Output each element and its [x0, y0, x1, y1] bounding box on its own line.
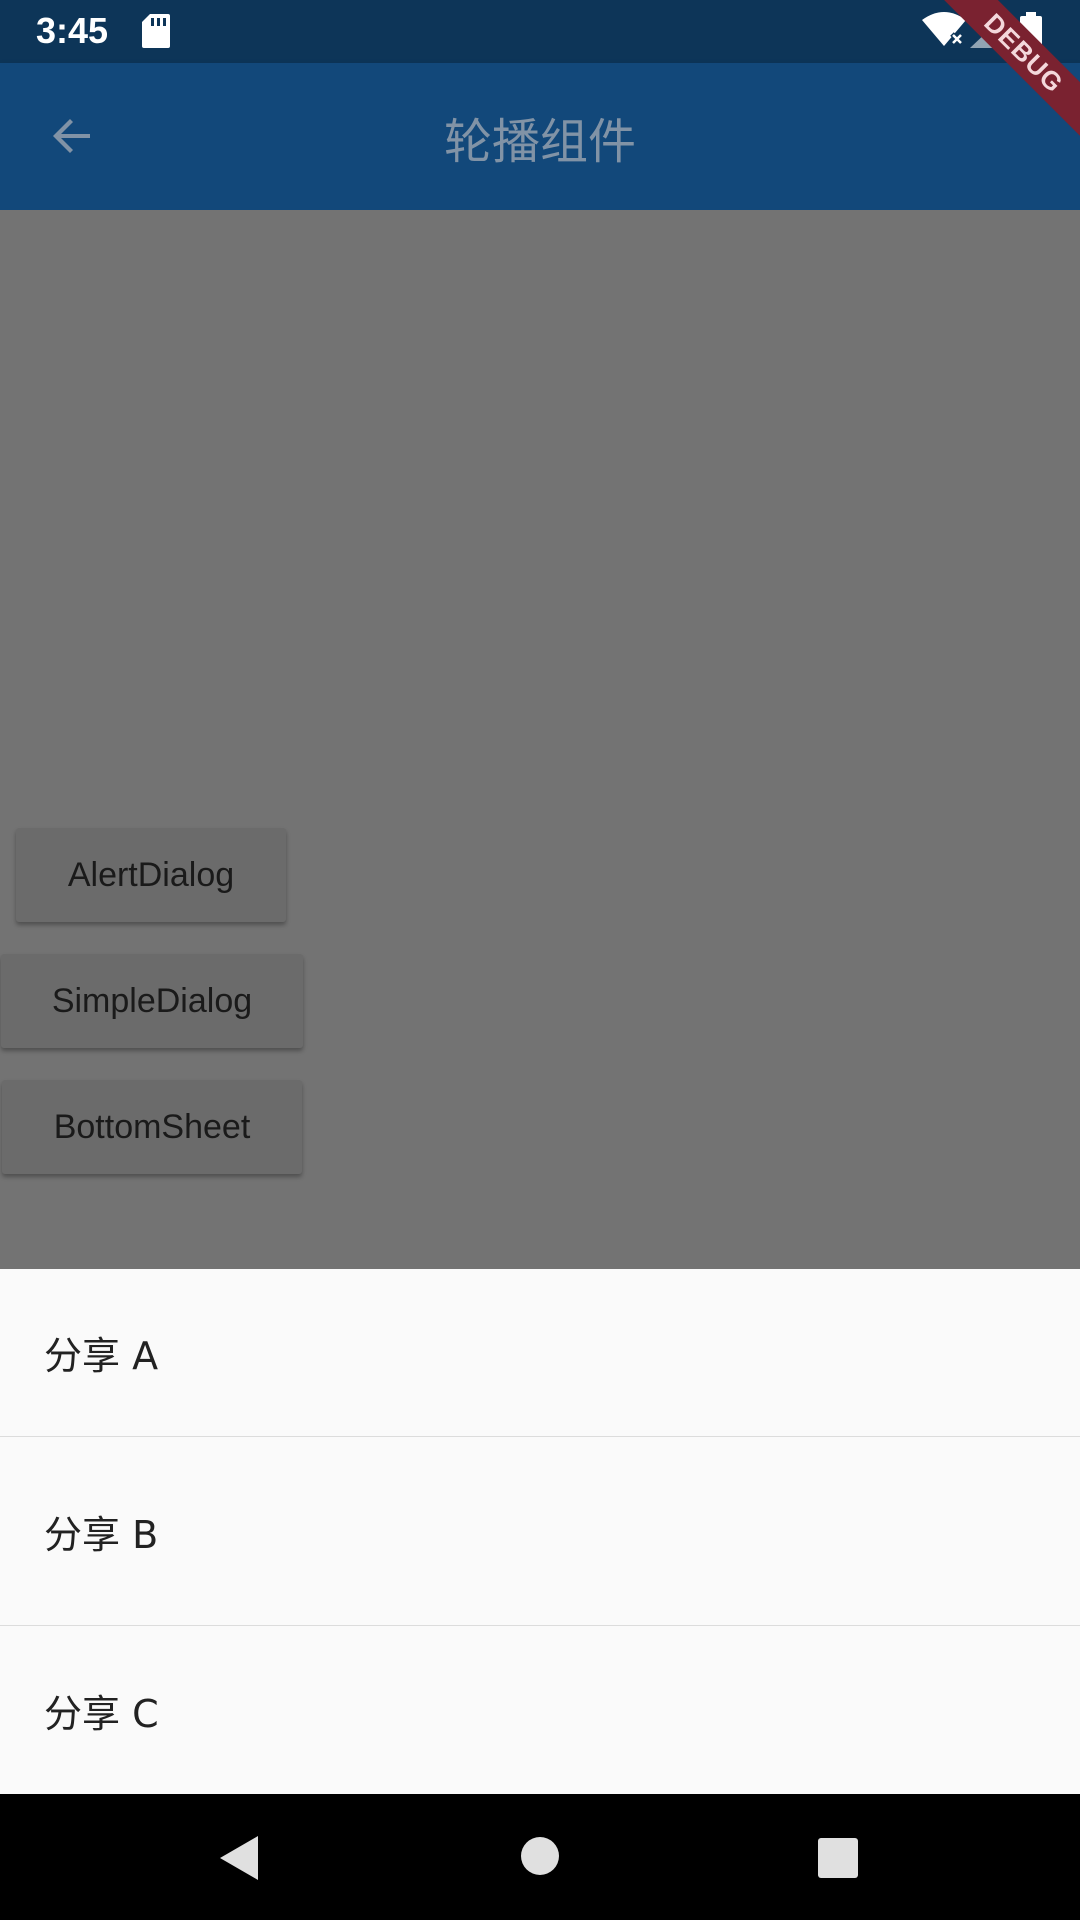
nav-home-icon[interactable] — [520, 1836, 560, 1880]
alert-dialog-button[interactable]: AlertDialog — [16, 828, 286, 922]
app-bar: 轮播组件 — [0, 63, 1080, 210]
nav-back-icon[interactable] — [218, 1834, 260, 1886]
bottom-sheet: 分享 A 分享 B 分享 C — [0, 1269, 1080, 1794]
share-a-item[interactable]: 分享 A — [0, 1269, 1080, 1436]
page-content-scrim[interactable]: AlertDialog SimpleDialog BottomSheet — [0, 210, 1080, 1269]
back-button[interactable] — [36, 100, 108, 172]
arrow-back-icon — [53, 119, 90, 153]
share-c-item[interactable]: 分享 C — [0, 1626, 1080, 1794]
nav-recents-icon[interactable] — [818, 1838, 858, 1882]
signal-icon — [970, 14, 1006, 52]
status-bar: 3:45 — [0, 0, 1080, 63]
wifi-off-icon — [922, 12, 966, 52]
battery-icon — [1020, 12, 1042, 54]
status-time: 3:45 — [36, 10, 109, 51]
share-b-item[interactable]: 分享 B — [0, 1437, 1080, 1625]
page-title: 轮播组件 — [443, 113, 636, 170]
simple-dialog-button[interactable]: SimpleDialog — [1, 954, 303, 1048]
system-nav-bar — [0, 1794, 1080, 1920]
sd-card-icon — [142, 14, 170, 52]
bottom-sheet-button[interactable]: BottomSheet — [2, 1080, 302, 1174]
